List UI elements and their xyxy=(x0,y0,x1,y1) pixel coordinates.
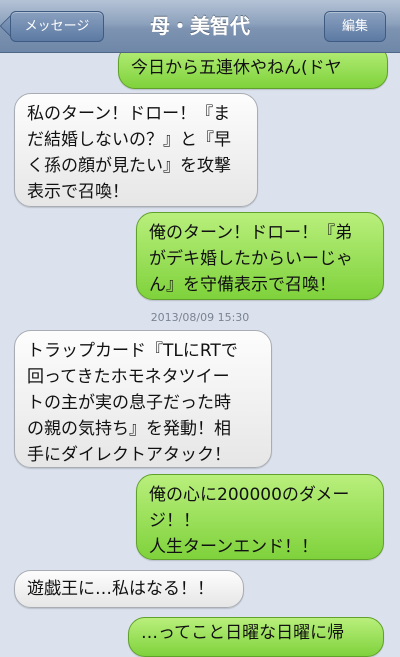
message-bubble-received[interactable]: トラップカード『TLにRTで 回ってきたホモネタツイー トの主が実の息子だった時… xyxy=(14,330,272,468)
message-bubble-sent[interactable]: …ってこと日曜な日曜に帰 xyxy=(128,617,384,657)
message-bubble-received[interactable]: 私のターン！ドロー！『ま だ結婚しないの？』と『早 く孫の顔が見たい』を攻撃 表… xyxy=(14,93,258,207)
message-bubble-sent[interactable]: 俺のターン！ドロー！『弟 がデキ婚したからいーじゃ ん』を守備表示で召喚！ xyxy=(136,212,384,300)
back-button-label: メッセージ xyxy=(24,19,90,34)
message-timestamp: 2013/08/09 15:30 xyxy=(150,311,250,324)
edit-button[interactable]: 編集 xyxy=(324,11,386,42)
conversation-title: 母・美智代 xyxy=(150,14,250,38)
back-button[interactable]: メッセージ xyxy=(10,11,104,42)
navigation-bar: メッセージ 母・美智代 編集 xyxy=(0,0,400,53)
message-bubble-sent[interactable]: 俺の心に200000のダメー ジ！！ 人生ターンエンド！！ xyxy=(136,474,384,560)
message-bubble-received[interactable]: 遊戯王に…私はなる！！ xyxy=(14,570,244,608)
